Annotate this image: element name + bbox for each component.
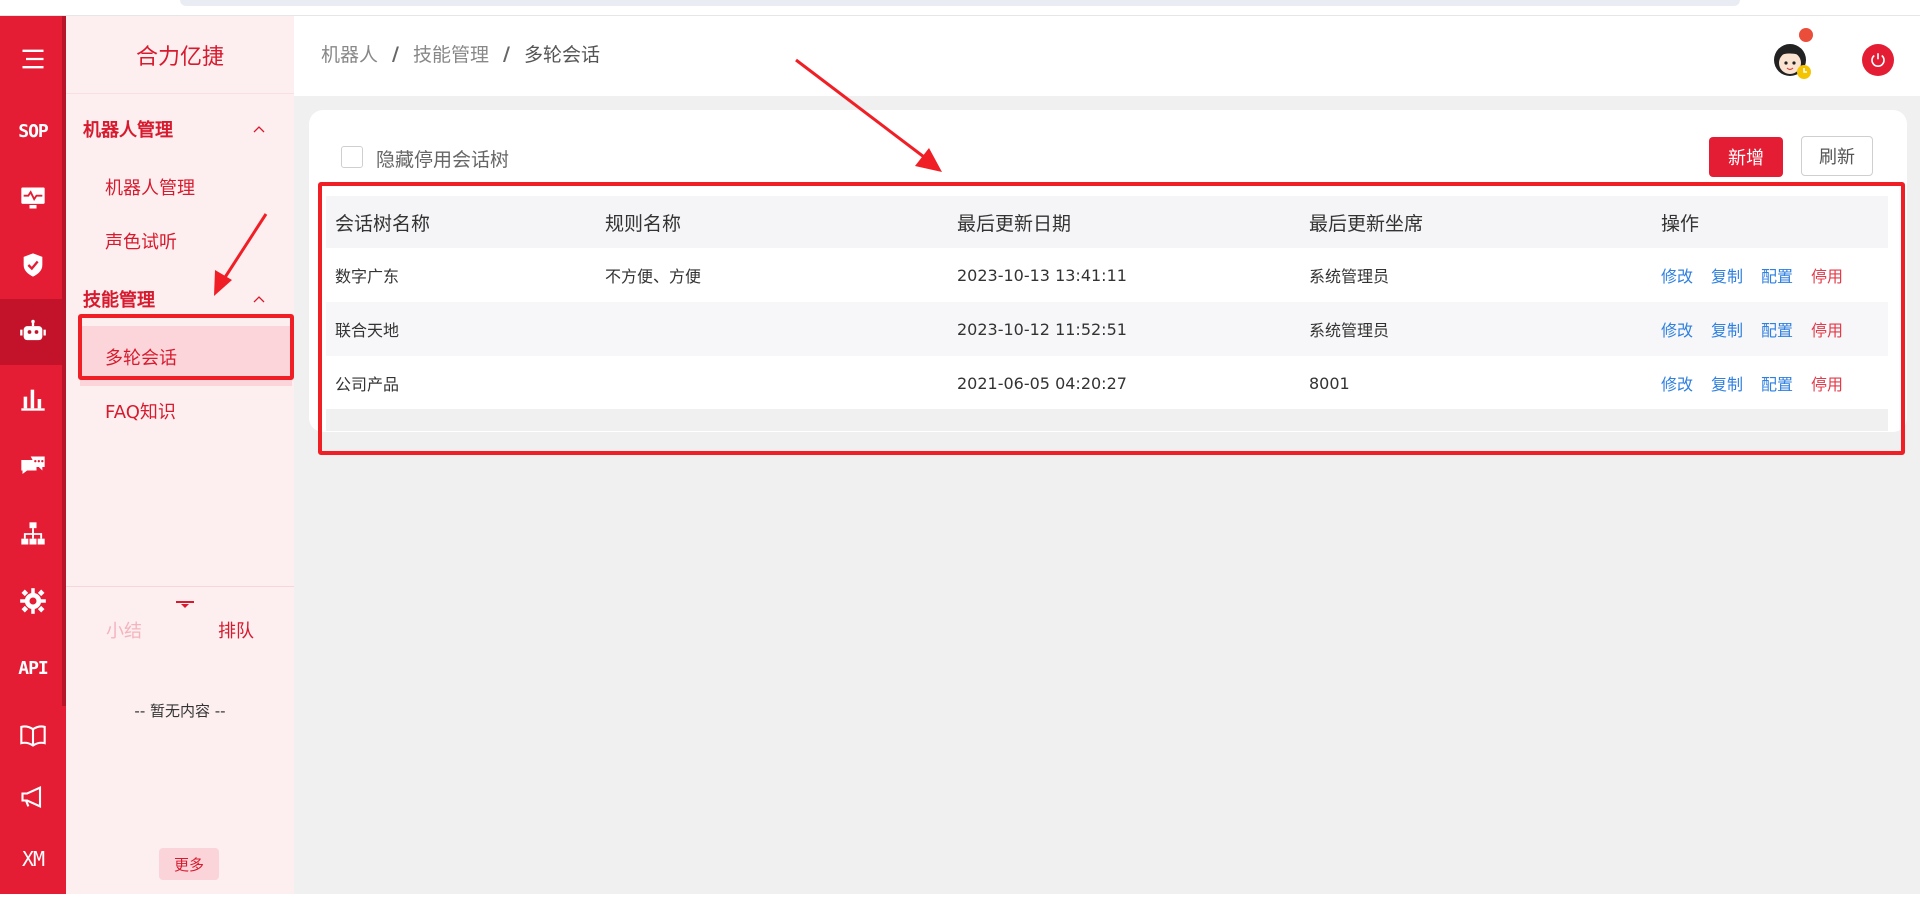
breadcrumb-skill-management[interactable]: 技能管理 <box>413 40 489 67</box>
tab-queue[interactable]: 排队 <box>218 617 254 643</box>
add-button[interactable]: 新增 <box>1709 137 1783 177</box>
breadcrumb-separator: / <box>392 42 399 65</box>
sop-label: SOP <box>18 120 48 142</box>
breadcrumb-multi-turn-dialog: 多轮会话 <box>523 44 600 66</box>
power-icon <box>1871 53 1885 67</box>
notification-dot <box>1799 28 1813 42</box>
sidebar-item-voice-preview[interactable]: 声色试听 <box>105 228 177 254</box>
rail-monitor[interactable] <box>0 165 66 231</box>
breadcrumb: 机器人 / 技能管理 / 多轮会话 <box>321 40 600 67</box>
top-bar <box>180 0 1740 6</box>
shield-check-icon <box>23 253 43 277</box>
tab-indicator-icon <box>176 601 194 608</box>
summary-queue-tabs: 小结 排队 <box>66 586 294 646</box>
rail-org[interactable] <box>0 501 66 567</box>
rail-book[interactable] <box>0 702 66 768</box>
annotation-highlight-table <box>318 182 1905 455</box>
logout-button[interactable] <box>1862 44 1894 76</box>
rail-chart[interactable] <box>0 366 66 432</box>
bar-chart-icon <box>21 389 45 411</box>
chevron-up-icon[interactable] <box>252 294 266 304</box>
chevron-up-icon[interactable] <box>252 124 266 134</box>
rail-sop[interactable]: SOP <box>0 98 66 164</box>
group-robot-management[interactable]: 机器人管理 <box>83 116 173 142</box>
hide-disabled-checkbox[interactable] <box>341 146 363 168</box>
sidebar-item-faq-knowledge[interactable]: FAQ知识 <box>105 398 176 424</box>
megaphone-icon <box>21 786 42 808</box>
xm-label: XM <box>21 847 45 871</box>
rail-menu[interactable] <box>0 26 66 92</box>
monitor-pulse-icon <box>21 187 45 209</box>
gear-icon <box>20 588 46 614</box>
chat-bubbles-icon <box>21 456 45 474</box>
breadcrumb-robot[interactable]: 机器人 <box>321 40 378 67</box>
browser-top-strip <box>0 0 1920 16</box>
sub-sidebar: 合力亿捷 机器人管理 机器人管理 声色试听 技能管理 多轮会话 FAQ知识 小结… <box>66 16 294 894</box>
sidebar-item-robot-management[interactable]: 机器人管理 <box>105 174 195 200</box>
group-skill-management[interactable]: 技能管理 <box>83 286 155 312</box>
hide-disabled-label[interactable]: 隐藏停用会话树 <box>376 145 509 172</box>
org-tree-icon <box>21 522 45 545</box>
annotation-highlight-nav <box>78 314 294 380</box>
rail-settings[interactable] <box>0 568 66 634</box>
tab-summary[interactable]: 小结 <box>106 617 142 643</box>
refresh-button[interactable]: 刷新 <box>1801 136 1873 176</box>
rail-chat[interactable] <box>0 434 66 500</box>
breadcrumb-separator: / <box>502 42 510 65</box>
rail-announce[interactable] <box>0 764 66 830</box>
hamburger-menu-icon <box>22 49 44 69</box>
empty-state-text: -- 暂无内容 -- <box>134 702 226 720</box>
rail-api[interactable]: API <box>0 635 66 701</box>
top-header: 机器人 / 技能管理 / 多轮会话 <box>294 16 1920 96</box>
brand-title: 合力亿捷 <box>66 16 294 94</box>
rail-robot[interactable] <box>0 299 66 365</box>
more-button[interactable]: 更多 <box>159 848 219 880</box>
book-icon <box>20 725 46 747</box>
api-label: API <box>18 657 48 679</box>
rail-shield[interactable] <box>0 232 66 298</box>
rail-xm[interactable]: XM <box>0 826 66 892</box>
robot-icon <box>20 319 46 341</box>
left-rail: SOP API XM <box>0 16 66 894</box>
